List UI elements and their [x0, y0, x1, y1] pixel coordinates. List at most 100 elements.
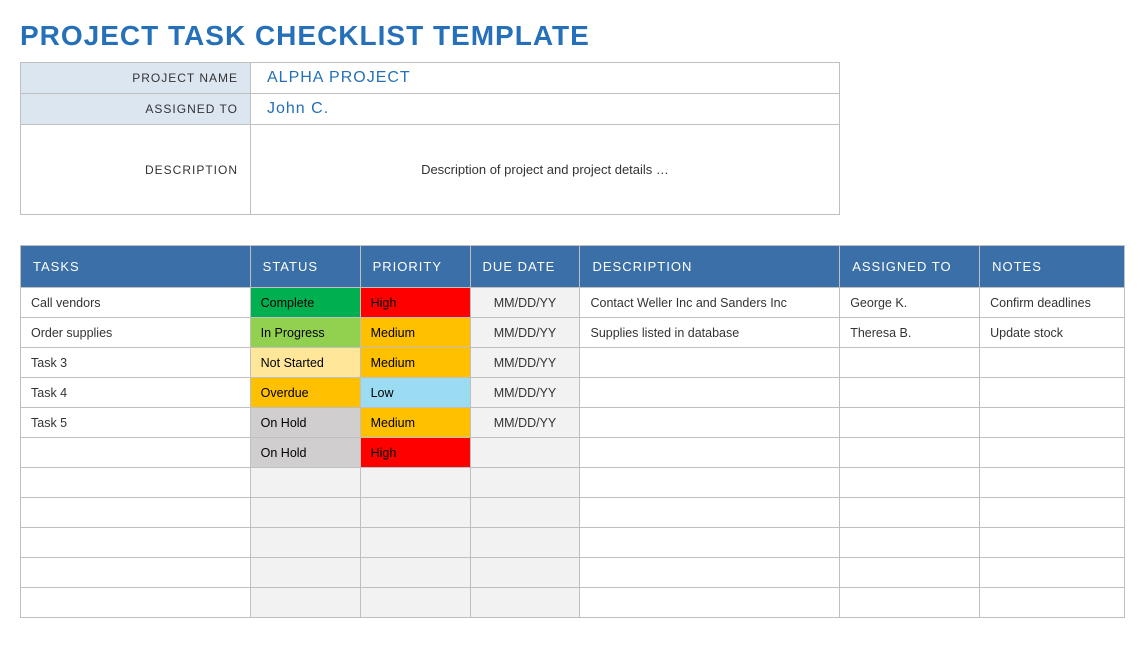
- description-cell[interactable]: [580, 348, 840, 378]
- assigned-cell[interactable]: [840, 558, 980, 588]
- col-tasks: TASKS: [21, 246, 251, 288]
- priority-cell[interactable]: Medium: [360, 408, 470, 438]
- task-cell[interactable]: [21, 558, 251, 588]
- table-row: Task 5On HoldMediumMM/DD/YY: [21, 408, 1125, 438]
- project-info-table: PROJECT NAME ALPHA PROJECT ASSIGNED TO J…: [20, 62, 840, 215]
- due-date-cell[interactable]: MM/DD/YY: [470, 408, 580, 438]
- due-date-cell[interactable]: [470, 498, 580, 528]
- table-row: [21, 468, 1125, 498]
- table-row: Task 4OverdueLowMM/DD/YY: [21, 378, 1125, 408]
- notes-cell[interactable]: Confirm deadlines: [980, 288, 1125, 318]
- due-date-cell[interactable]: MM/DD/YY: [470, 318, 580, 348]
- task-cell[interactable]: [21, 468, 251, 498]
- assigned-cell[interactable]: [840, 588, 980, 618]
- assigned-cell[interactable]: [840, 348, 980, 378]
- status-cell[interactable]: On Hold: [250, 438, 360, 468]
- task-table: TASKS STATUS PRIORITY DUE DATE DESCRIPTI…: [20, 245, 1125, 618]
- task-cell[interactable]: Task 5: [21, 408, 251, 438]
- notes-cell[interactable]: [980, 558, 1125, 588]
- description-cell[interactable]: [580, 378, 840, 408]
- status-cell[interactable]: Complete: [250, 288, 360, 318]
- description-cell[interactable]: Contact Weller Inc and Sanders Inc: [580, 288, 840, 318]
- description-cell[interactable]: Supplies listed in database: [580, 318, 840, 348]
- status-cell[interactable]: [250, 528, 360, 558]
- description-cell[interactable]: [580, 468, 840, 498]
- assigned-cell[interactable]: [840, 498, 980, 528]
- notes-cell[interactable]: [980, 528, 1125, 558]
- description-cell[interactable]: [580, 588, 840, 618]
- table-row: [21, 588, 1125, 618]
- notes-cell[interactable]: [980, 438, 1125, 468]
- status-cell[interactable]: [250, 498, 360, 528]
- notes-cell[interactable]: [980, 378, 1125, 408]
- task-cell[interactable]: Order supplies: [21, 318, 251, 348]
- assigned-cell[interactable]: George K.: [840, 288, 980, 318]
- description-cell[interactable]: [580, 528, 840, 558]
- table-row: Task 3Not StartedMediumMM/DD/YY: [21, 348, 1125, 378]
- task-cell[interactable]: Task 4: [21, 378, 251, 408]
- table-row: Call vendorsCompleteHighMM/DD/YYContact …: [21, 288, 1125, 318]
- status-cell[interactable]: In Progress: [250, 318, 360, 348]
- description-cell[interactable]: [580, 558, 840, 588]
- description-cell[interactable]: [580, 408, 840, 438]
- task-cell[interactable]: [21, 528, 251, 558]
- task-cell[interactable]: Call vendors: [21, 288, 251, 318]
- priority-cell[interactable]: [360, 498, 470, 528]
- notes-cell[interactable]: Update stock: [980, 318, 1125, 348]
- assigned-cell[interactable]: [840, 438, 980, 468]
- assigned-to-value[interactable]: John C.: [251, 94, 840, 125]
- assigned-cell[interactable]: [840, 378, 980, 408]
- notes-cell[interactable]: [980, 408, 1125, 438]
- description-cell[interactable]: [580, 498, 840, 528]
- due-date-cell[interactable]: [470, 588, 580, 618]
- priority-cell[interactable]: Medium: [360, 318, 470, 348]
- col-status: STATUS: [250, 246, 360, 288]
- assigned-cell[interactable]: [840, 468, 980, 498]
- notes-cell[interactable]: [980, 498, 1125, 528]
- assigned-to-label: ASSIGNED TO: [21, 94, 251, 125]
- priority-cell[interactable]: [360, 588, 470, 618]
- status-cell[interactable]: Not Started: [250, 348, 360, 378]
- notes-cell[interactable]: [980, 348, 1125, 378]
- priority-cell[interactable]: Medium: [360, 348, 470, 378]
- col-priority: PRIORITY: [360, 246, 470, 288]
- assigned-cell[interactable]: Theresa B.: [840, 318, 980, 348]
- table-row: [21, 528, 1125, 558]
- due-date-cell[interactable]: [470, 558, 580, 588]
- col-desc: DESCRIPTION: [580, 246, 840, 288]
- col-notes: NOTES: [980, 246, 1125, 288]
- due-date-cell[interactable]: [470, 528, 580, 558]
- task-cell[interactable]: [21, 498, 251, 528]
- priority-cell[interactable]: High: [360, 288, 470, 318]
- priority-cell[interactable]: [360, 528, 470, 558]
- assigned-cell[interactable]: [840, 528, 980, 558]
- priority-cell[interactable]: [360, 468, 470, 498]
- due-date-cell[interactable]: [470, 468, 580, 498]
- priority-cell[interactable]: High: [360, 438, 470, 468]
- notes-cell[interactable]: [980, 588, 1125, 618]
- description-value[interactable]: Description of project and project detai…: [251, 125, 840, 215]
- status-cell[interactable]: [250, 468, 360, 498]
- priority-cell[interactable]: [360, 558, 470, 588]
- status-cell[interactable]: [250, 588, 360, 618]
- task-cell[interactable]: Task 3: [21, 348, 251, 378]
- notes-cell[interactable]: [980, 468, 1125, 498]
- status-cell[interactable]: Overdue: [250, 378, 360, 408]
- due-date-cell[interactable]: MM/DD/YY: [470, 348, 580, 378]
- due-date-cell[interactable]: MM/DD/YY: [470, 378, 580, 408]
- col-assigned: ASSIGNED TO: [840, 246, 980, 288]
- assigned-cell[interactable]: [840, 408, 980, 438]
- priority-cell[interactable]: Low: [360, 378, 470, 408]
- due-date-cell[interactable]: [470, 438, 580, 468]
- description-cell[interactable]: [580, 438, 840, 468]
- table-row: [21, 498, 1125, 528]
- status-cell[interactable]: On Hold: [250, 408, 360, 438]
- table-row: [21, 558, 1125, 588]
- task-cell[interactable]: [21, 588, 251, 618]
- table-row: On HoldHigh: [21, 438, 1125, 468]
- project-name-value[interactable]: ALPHA PROJECT: [251, 63, 840, 94]
- description-label: DESCRIPTION: [21, 125, 251, 215]
- task-cell[interactable]: [21, 438, 251, 468]
- due-date-cell[interactable]: MM/DD/YY: [470, 288, 580, 318]
- status-cell[interactable]: [250, 558, 360, 588]
